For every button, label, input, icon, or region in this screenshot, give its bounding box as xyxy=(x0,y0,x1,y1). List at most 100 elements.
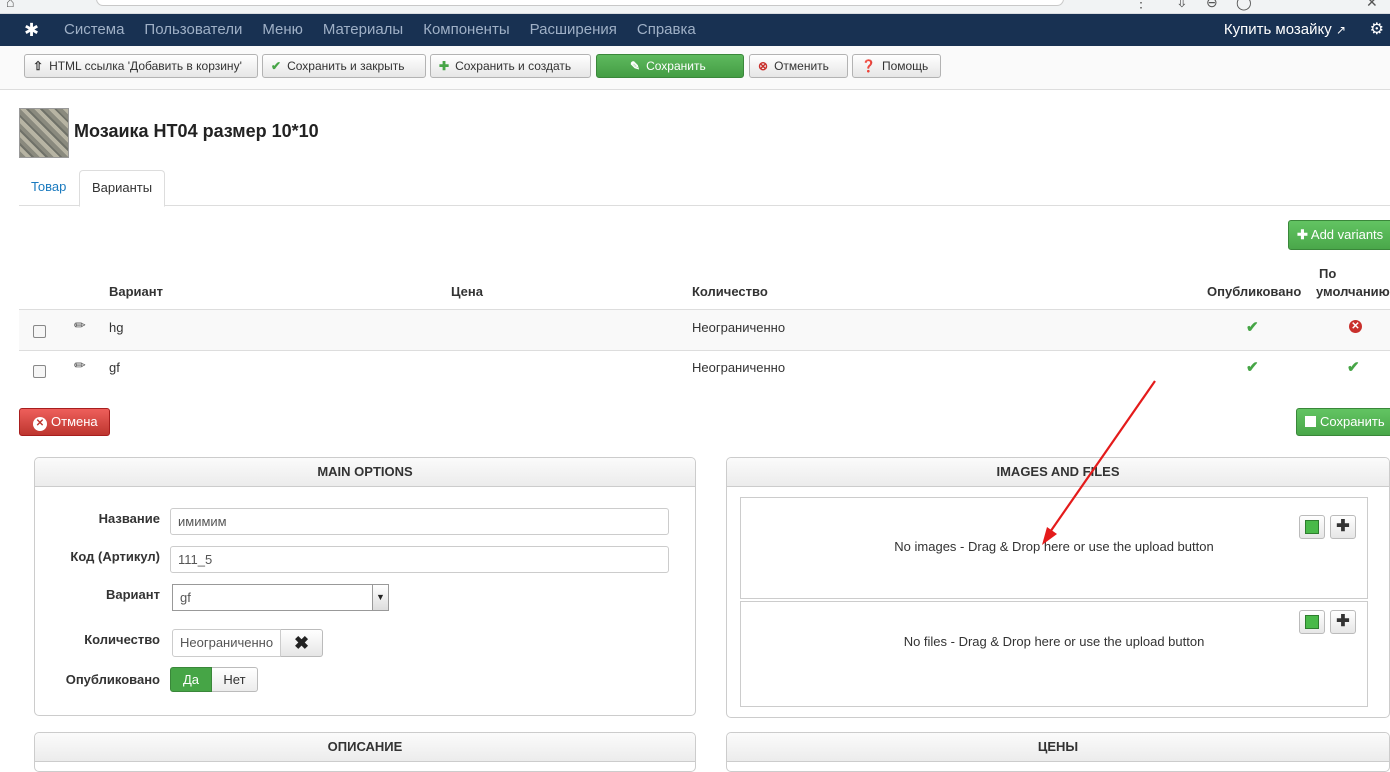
files-dropzone[interactable]: No files - Drag & Drop here or use the u… xyxy=(740,601,1368,707)
floppy-icon xyxy=(1305,416,1316,427)
menu-item-menus[interactable]: Меню xyxy=(262,14,323,46)
buy-mosaic-link[interactable]: Купить мозайку ↗ xyxy=(1224,14,1346,46)
tab-variants[interactable]: Варианты xyxy=(79,170,166,207)
cancel-button[interactable]: ⊗ Отменить xyxy=(749,54,848,78)
menu-item-components[interactable]: Компоненты xyxy=(423,14,529,46)
product-thumbnail xyxy=(19,108,69,158)
variant-select-value: gf xyxy=(180,590,191,605)
menu-item-extensions[interactable]: Расширения xyxy=(530,14,637,46)
variant-save-label: Сохранить xyxy=(1320,414,1385,429)
name-label: Название xyxy=(98,511,160,526)
save-new-label: Сохранить и создать xyxy=(455,59,572,73)
main-menu: Система Пользователи Меню Материалы Комп… xyxy=(64,14,716,46)
help-button[interactable]: ❓ Помощь xyxy=(852,54,941,78)
save-close-button[interactable]: ✔ Сохранить и закрыть xyxy=(262,54,426,78)
quantity-input[interactable]: Неограниченно xyxy=(172,629,281,657)
variant-cancel-button[interactable]: ✕ Отмена xyxy=(19,408,110,436)
edit-icon: ✎ xyxy=(630,59,641,73)
plus-icon: ✚ xyxy=(1336,613,1350,630)
cancel-icon: ⊗ xyxy=(758,59,769,73)
browser-bar: ⌂ ⋮ ⇩ ⊖ ◯ ✕ xyxy=(0,0,1390,14)
upload-file-button[interactable] xyxy=(1299,610,1325,634)
edit-pencil-icon[interactable]: ✏ xyxy=(74,317,86,334)
variant-select[interactable]: gf ▼ xyxy=(172,584,389,611)
upload-icon: ⇧ xyxy=(33,59,44,73)
description-heading: ОПИСАНИЕ xyxy=(35,733,695,762)
published-check-icon[interactable]: ✔ xyxy=(1246,358,1259,376)
variant-save-button[interactable]: Сохранить xyxy=(1296,408,1390,436)
prices-panel: ЦЕНЫ xyxy=(726,732,1390,772)
joomla-logo-icon[interactable]: ✱ xyxy=(24,20,44,40)
toolbar: ⇧ HTML ссылка 'Добавить в корзину' ✔ Сохра… xyxy=(0,46,1390,90)
table-row: ✏ gf Неограниченно ✔ ✔ xyxy=(19,350,1390,390)
cancel-label: Отменить xyxy=(774,59,829,73)
menu-item-help[interactable]: Справка xyxy=(637,14,716,46)
save-label: Сохранить xyxy=(646,59,706,73)
published-label: Опубликовано xyxy=(65,672,160,687)
table-row: ✏ hg Неограниченно ✔ ✕ xyxy=(19,310,1390,350)
add-variants-button[interactable]: ✚ Add variants xyxy=(1288,220,1390,250)
description-panel: ОПИСАНИЕ xyxy=(34,732,696,772)
add-image-button[interactable]: ✚ xyxy=(1330,515,1356,539)
column-variant: Вариант xyxy=(109,284,163,299)
home-icon[interactable]: ⌂ xyxy=(6,0,14,10)
menu-item-content[interactable]: Материалы xyxy=(323,14,423,46)
sku-input[interactable]: 111_5 xyxy=(170,546,669,573)
annotation-arrow xyxy=(1042,380,1156,545)
save-close-label: Сохранить и закрыть xyxy=(287,59,405,73)
name-input[interactable]: имимим xyxy=(170,508,669,535)
html-link-button[interactable]: ⇧ HTML ссылка 'Добавить в корзину' xyxy=(24,54,258,78)
close-icon[interactable]: ✕ xyxy=(1366,0,1378,11)
plus-icon: ✚ xyxy=(439,59,450,73)
column-default-line2: умолчанию xyxy=(1316,284,1390,299)
help-icon: ❓ xyxy=(861,59,876,73)
published-yes-button[interactable]: Да xyxy=(170,667,212,692)
column-default-line1: По xyxy=(1319,266,1337,281)
add-file-button[interactable]: ✚ xyxy=(1330,610,1356,634)
buy-mosaic-label: Купить мозайку xyxy=(1223,21,1332,38)
download-icon[interactable]: ⇩ xyxy=(1176,0,1188,11)
main-options-heading: MAIN OPTIONS xyxy=(35,458,695,487)
variant-quantity: Неограниченно xyxy=(692,360,786,375)
address-bar[interactable] xyxy=(96,0,1064,6)
not-default-icon[interactable]: ✕ xyxy=(1349,320,1362,333)
variant-name: hg xyxy=(109,320,124,335)
menu-item-users[interactable]: Пользователи xyxy=(144,14,262,46)
help-label: Помощь xyxy=(881,59,929,73)
zoom-icon[interactable]: ⊖ xyxy=(1206,0,1218,11)
variant-select-label: Вариант xyxy=(106,587,160,602)
published-no-button[interactable]: Нет xyxy=(212,667,258,692)
published-check-icon[interactable]: ✔ xyxy=(1246,318,1259,336)
plus-icon: ✚ xyxy=(1297,227,1308,242)
prices-heading: ЦЕНЫ xyxy=(727,733,1389,762)
menu-icon[interactable]: ⋮ xyxy=(1134,0,1148,11)
menu-item-system[interactable]: Система xyxy=(64,14,144,46)
admin-navbar: ✱ Система Пользователи Меню Материалы Ко… xyxy=(0,14,1390,46)
save-new-button[interactable]: ✚ Сохранить и создать xyxy=(430,54,591,78)
variant-cancel-label: Отмена xyxy=(51,414,98,429)
chevron-down-icon[interactable]: ▼ xyxy=(372,585,388,610)
tab-product[interactable]: Товар xyxy=(19,170,78,206)
variant-name: gf xyxy=(109,360,120,375)
profile-icon[interactable]: ◯ xyxy=(1236,0,1252,11)
save-button[interactable]: ✎ Сохранить xyxy=(596,54,744,78)
external-link-icon: ↗ xyxy=(1335,23,1346,37)
column-published: Опубликовано xyxy=(1207,284,1302,299)
plus-icon: ✚ xyxy=(1336,518,1350,535)
quantity-label: Количество xyxy=(84,632,160,647)
edit-pencil-icon[interactable]: ✏ xyxy=(74,357,86,374)
upload-icon xyxy=(1305,615,1319,629)
column-price: Цена xyxy=(451,284,483,299)
unlimited-toggle-button[interactable]: ✖ xyxy=(281,629,323,657)
check-icon: ✔ xyxy=(271,59,282,73)
default-check-icon[interactable]: ✔ xyxy=(1347,358,1360,376)
upload-image-button[interactable] xyxy=(1299,515,1325,539)
page-title: Мозаика HT04 размер 10*10 xyxy=(74,121,319,141)
upload-icon xyxy=(1305,520,1319,534)
gear-icon[interactable]: ⚙ xyxy=(1370,14,1384,46)
cancel-circle-icon: ✕ xyxy=(33,417,47,431)
column-quantity: Количество xyxy=(692,284,768,299)
add-variants-label: Add variants xyxy=(1310,227,1384,242)
row-checkbox[interactable] xyxy=(33,325,46,338)
row-checkbox[interactable] xyxy=(33,365,46,378)
